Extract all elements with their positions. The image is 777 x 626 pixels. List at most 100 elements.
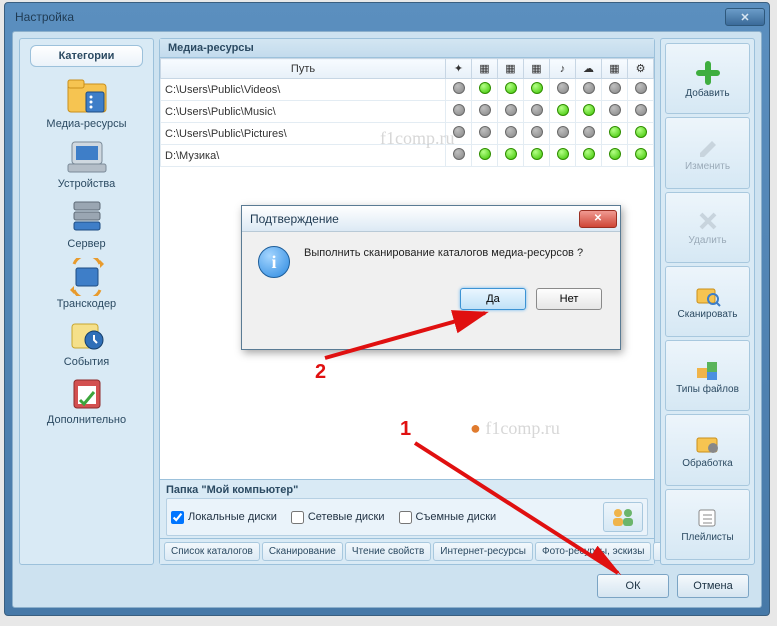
- sidebar-tab-categories[interactable]: Категории: [30, 45, 143, 67]
- sidebar-item-events[interactable]: События: [24, 315, 149, 373]
- ok-button[interactable]: ОК: [597, 574, 669, 598]
- status-dot-icon: [479, 148, 491, 160]
- col-flag[interactable]: ▦: [498, 59, 524, 79]
- btn-playlists[interactable]: Плейлисты: [665, 489, 750, 560]
- dialog-yes-button[interactable]: Да: [460, 288, 526, 310]
- cell-flag[interactable]: [472, 123, 498, 145]
- status-dot-icon: [635, 104, 647, 116]
- cell-flag[interactable]: [498, 101, 524, 123]
- cell-flag[interactable]: [602, 145, 628, 167]
- cell-flag[interactable]: [628, 79, 654, 101]
- cell-flag[interactable]: [472, 145, 498, 167]
- sidebar-item-server[interactable]: Сервер: [24, 195, 149, 255]
- categories-sidebar: Категории Медиа-ресурсы Устройства Серве…: [19, 38, 154, 565]
- col-flag[interactable]: ♪: [550, 59, 576, 79]
- col-flag[interactable]: ✦: [446, 59, 472, 79]
- btn-processing[interactable]: Обработка: [665, 414, 750, 485]
- cell-path: C:\Users\Public\Videos\: [161, 79, 446, 101]
- users-icon: [610, 506, 636, 528]
- tab-список-каталогов[interactable]: Список каталогов: [164, 542, 260, 561]
- sidebar-item-additional[interactable]: Дополнительно: [24, 373, 149, 431]
- cell-flag[interactable]: [550, 145, 576, 167]
- cell-flag[interactable]: [628, 101, 654, 123]
- sidebar-item-label: Транскодер: [57, 298, 116, 310]
- events-icon: [66, 318, 108, 354]
- table-row[interactable]: C:\Users\Public\Videos\: [161, 79, 654, 101]
- status-dot-icon: [479, 82, 491, 94]
- cell-flag[interactable]: [550, 101, 576, 123]
- btn-filetypes[interactable]: Типы файлов: [665, 340, 750, 411]
- btn-scan[interactable]: Сканировать: [665, 266, 750, 337]
- cell-flag[interactable]: [628, 145, 654, 167]
- cell-flag[interactable]: [602, 101, 628, 123]
- cell-flag[interactable]: [576, 123, 602, 145]
- btn-delete[interactable]: Удалить: [665, 192, 750, 263]
- cell-flag[interactable]: [550, 79, 576, 101]
- tab-интернет-ресурсы[interactable]: Интернет-ресурсы: [433, 542, 533, 561]
- window-close-button[interactable]: ✕: [725, 8, 765, 26]
- cell-flag[interactable]: [524, 101, 550, 123]
- cell-flag[interactable]: [498, 123, 524, 145]
- btn-add[interactable]: Добавить: [665, 43, 750, 114]
- sidebar-item-devices[interactable]: Устройства: [24, 135, 149, 195]
- status-dot-icon: [531, 104, 543, 116]
- cell-flag[interactable]: [524, 145, 550, 167]
- col-flag[interactable]: ⚙: [628, 59, 654, 79]
- tab-сканирование[interactable]: Сканирование: [262, 542, 343, 561]
- dialog-titlebar[interactable]: Подтверждение ✕: [242, 206, 620, 232]
- col-path[interactable]: Путь: [161, 59, 446, 79]
- cell-flag[interactable]: [550, 123, 576, 145]
- cell-flag[interactable]: [602, 79, 628, 101]
- dialog-message: Выполнить сканирование каталогов медиа-р…: [304, 246, 583, 278]
- status-dot-icon: [583, 148, 595, 160]
- gear-icon: ⚙: [636, 63, 646, 75]
- cell-flag[interactable]: [628, 123, 654, 145]
- sidebar-item-transcoder[interactable]: Транскодер: [24, 255, 149, 315]
- tab-чтение-свойств[interactable]: Чтение свойств: [345, 542, 431, 561]
- titlebar[interactable]: Настройка ✕: [5, 3, 769, 31]
- status-dot-icon: [557, 104, 569, 116]
- dialog-no-button[interactable]: Нет: [536, 288, 602, 310]
- sidebar-item-label: Дополнительно: [47, 414, 126, 426]
- cell-flag[interactable]: [576, 145, 602, 167]
- status-dot-icon: [505, 104, 517, 116]
- col-flag[interactable]: ▦: [602, 59, 628, 79]
- cell-flag[interactable]: [498, 145, 524, 167]
- cancel-button[interactable]: Отмена: [677, 574, 749, 598]
- cell-flag[interactable]: [576, 79, 602, 101]
- cell-flag[interactable]: [446, 79, 472, 101]
- status-dot-icon: [453, 148, 465, 160]
- panel-title: Медиа-ресурсы: [160, 39, 654, 58]
- checkbox-local-disks[interactable]: Локальные диски: [171, 511, 277, 524]
- tab-фото-ресурсы-эскизы[interactable]: Фото-ресурсы, эскизы: [535, 542, 651, 561]
- search-folder-icon: [695, 283, 721, 307]
- status-dot-icon: [583, 126, 595, 138]
- cell-flag[interactable]: [524, 79, 550, 101]
- col-flag[interactable]: ▦: [524, 59, 550, 79]
- wand-icon: ✦: [454, 63, 463, 75]
- users-button[interactable]: [603, 502, 643, 532]
- status-dot-icon: [479, 126, 491, 138]
- my-computer-panel: Папка "Мой компьютер" Локальные диски Се…: [160, 479, 654, 538]
- footer: ОК Отмена: [13, 565, 761, 607]
- cell-flag[interactable]: [602, 123, 628, 145]
- cell-flag[interactable]: [498, 79, 524, 101]
- status-dot-icon: [609, 126, 621, 138]
- table-row[interactable]: C:\Users\Public\Music\: [161, 101, 654, 123]
- status-dot-icon: [531, 148, 543, 160]
- dialog-title-text: Подтверждение: [250, 212, 339, 226]
- cell-flag[interactable]: [446, 101, 472, 123]
- sidebar-item-media[interactable]: Медиа-ресурсы: [24, 73, 149, 135]
- btn-edit[interactable]: Изменить: [665, 117, 750, 188]
- col-flag[interactable]: ☁: [576, 59, 602, 79]
- clipboard-icon: [66, 376, 108, 412]
- cell-flag[interactable]: [576, 101, 602, 123]
- cell-flag[interactable]: [472, 79, 498, 101]
- cell-flag[interactable]: [472, 101, 498, 123]
- cell-flag[interactable]: [524, 123, 550, 145]
- checkbox-network-disks[interactable]: Сетевые диски: [291, 511, 385, 524]
- checkbox-removable-disks[interactable]: Съемные диски: [399, 511, 497, 524]
- folder-media-icon: [64, 76, 110, 116]
- dialog-close-button[interactable]: ✕: [579, 210, 617, 228]
- col-flag[interactable]: ▦: [472, 59, 498, 79]
